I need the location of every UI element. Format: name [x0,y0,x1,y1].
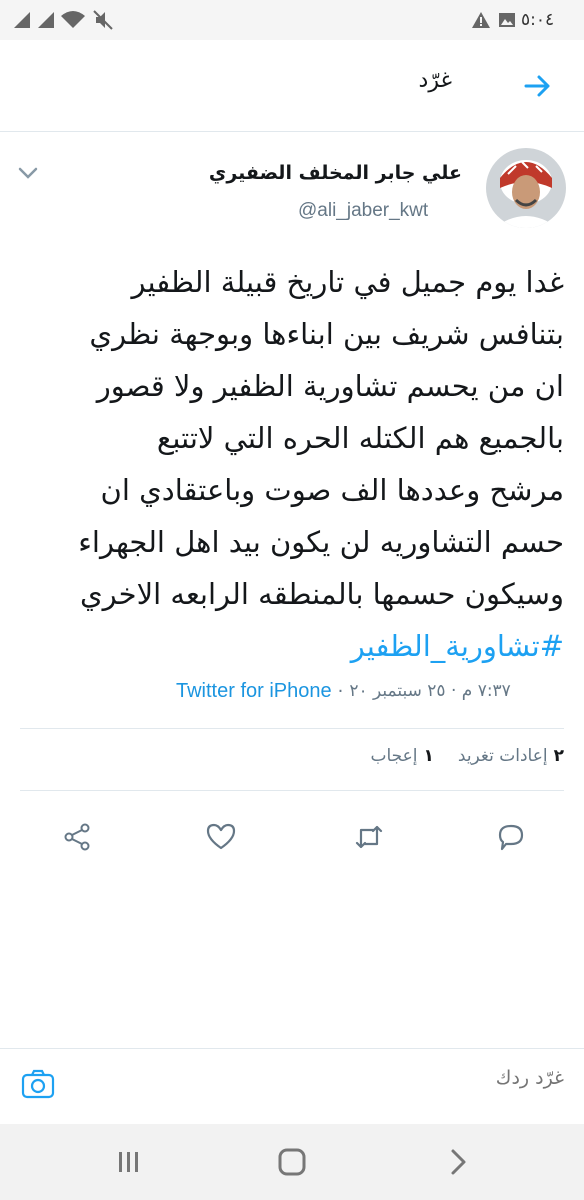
home-icon[interactable] [274,1144,310,1180]
tweet-text: غدا يوم جميل في تاريخ قبيلة الظفير بتناف… [20,256,564,672]
retweets-label: إعادات تغريد [457,746,548,766]
tweet-line: مرشح وعددها الف صوت وباعتقادي ان [100,473,564,507]
tweet-source-link[interactable]: Twitter for iPhone [176,680,332,703]
header: غرّد [0,40,584,132]
image-icon [497,0,517,40]
likes-stat[interactable]: ١إعجاب [370,746,433,766]
tweet-timestamp: ٧:٣٧ م · ٢٥ سبتمبر ٢٠ [349,681,511,701]
tweet-stats: ٢إعادات تغريد ١إعجاب [370,746,564,766]
hashtag-link[interactable]: #تشاورية_الظفير [20,620,564,672]
reply-input[interactable] [144,1067,564,1089]
tweet-line: غدا يوم جميل في تاريخ قبيلة الظفير [131,265,564,299]
reply-icon[interactable] [494,820,528,854]
warning-icon [471,0,491,40]
likes-label: إعجاب [370,746,418,766]
tweet-line: وسيكون حسمها بالمنطقه الرابعه الاخري [79,577,564,611]
share-icon[interactable] [60,820,94,854]
tweet-line: بالجميع هم الكتله الحره التي لاتتبع [156,421,564,455]
likes-count: ١ [423,746,434,766]
camera-icon[interactable] [20,1067,56,1101]
tweet-line: بتنافس شريف بين ابناءها وبوجهة نظري [89,317,564,351]
retweet-icon[interactable] [352,820,386,854]
signal-icon [12,0,32,40]
signal-icon [36,0,56,40]
display-name[interactable]: علي جابر المخلف الضفيري [209,162,462,184]
page-title: غرّد [418,68,452,93]
system-nav-bar [0,1124,584,1200]
chevron-down-icon[interactable] [16,164,40,182]
tweet-line: حسم التشاوريه لن يكون بيد اهل الجهراء [78,525,564,559]
retweets-stat[interactable]: ٢إعادات تغريد [458,746,564,766]
like-icon[interactable] [204,820,238,854]
divider [20,790,564,791]
divider [20,728,564,729]
mute-icon [92,0,114,40]
clock: ٥:٠٤ [521,10,555,30]
separator: · [337,680,344,702]
user-handle[interactable]: @ali_jaber_kwt [298,200,428,222]
retweets-count: ٢ [553,746,564,766]
back-icon[interactable] [440,1144,476,1180]
arrow-right-icon[interactable] [522,70,554,102]
tweet-line: ان من يحسم تشاورية الظفير ولا قصور [96,369,564,403]
tweet-meta: Twitter for iPhone · ٧:٣٧ م · ٢٥ سبتمبر … [176,676,511,706]
recent-apps-icon[interactable] [110,1144,146,1180]
status-bar: ٥:٠٤ [0,0,584,40]
wifi-icon [60,0,86,40]
avatar[interactable] [486,148,566,228]
reply-bar [0,1048,584,1124]
